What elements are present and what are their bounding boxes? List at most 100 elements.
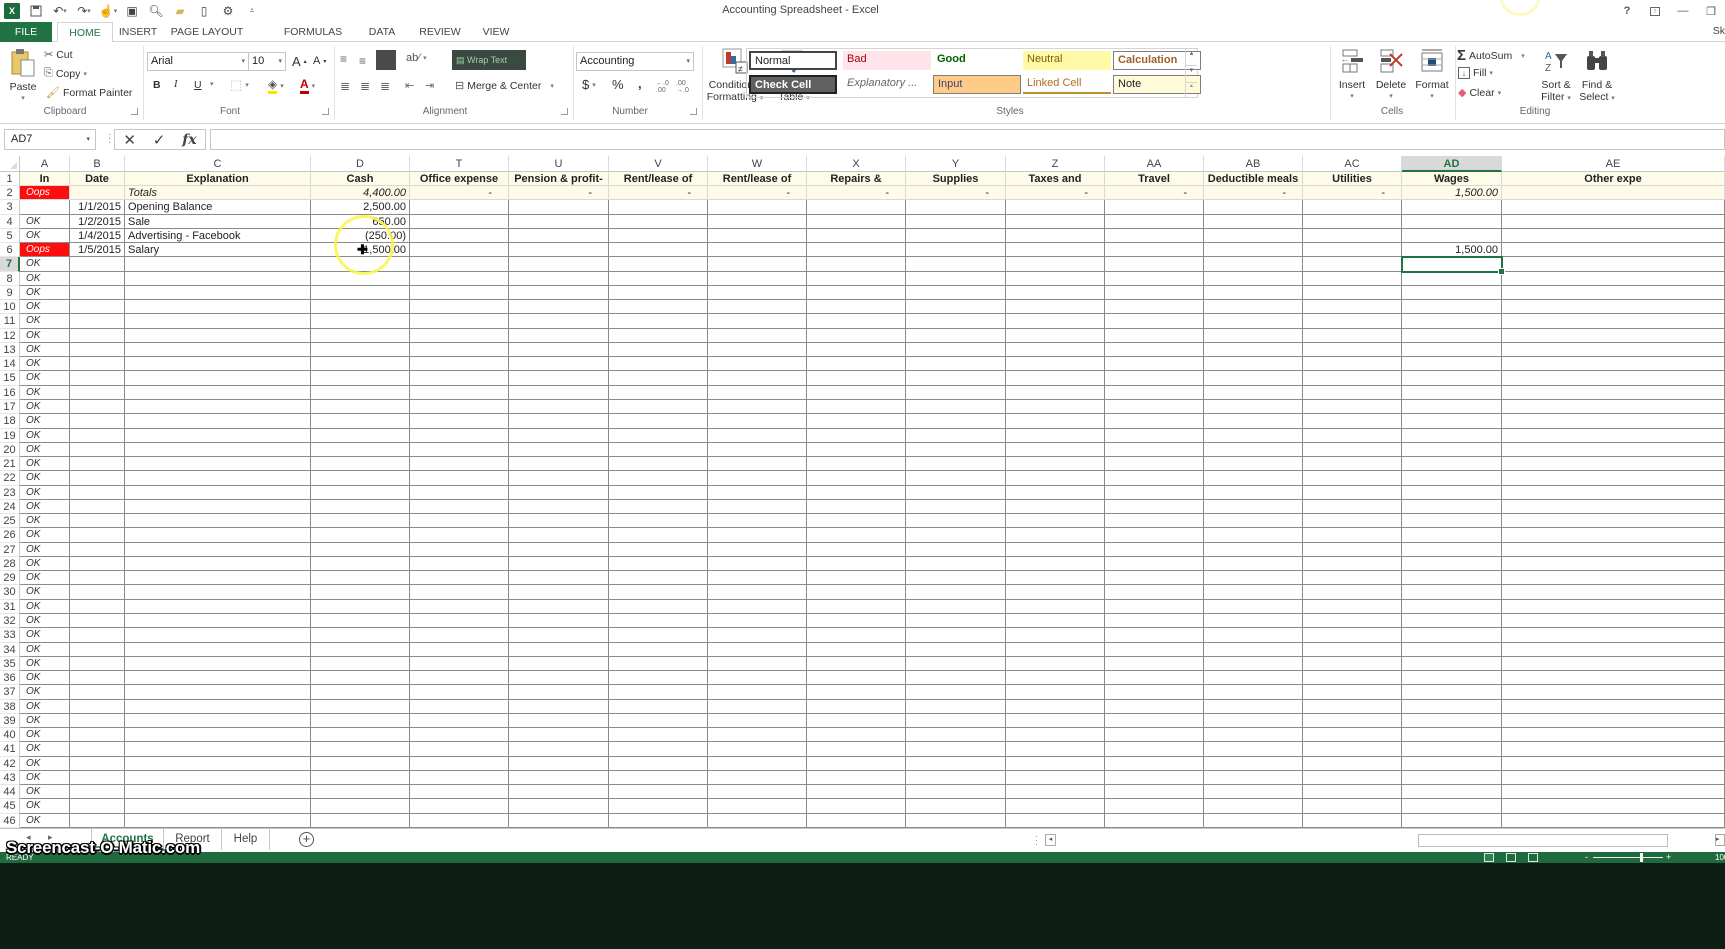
cell-v38[interactable]: [609, 699, 708, 714]
cell-y9[interactable]: [906, 285, 1006, 301]
cell-u36[interactable]: [509, 671, 609, 686]
cell-ae13[interactable]: [1502, 342, 1725, 358]
cell-ac15[interactable]: [1303, 371, 1402, 386]
column-header-w[interactable]: W: [708, 156, 807, 172]
cell-w3[interactable]: [708, 200, 807, 215]
cell-z12[interactable]: [1006, 328, 1105, 343]
cell-ac29[interactable]: [1303, 571, 1402, 586]
cell-a37[interactable]: OK: [20, 685, 70, 700]
cell-y17[interactable]: [906, 400, 1006, 415]
cell-b15[interactable]: [70, 371, 125, 386]
cell-z41[interactable]: [1006, 742, 1105, 757]
cell-z28[interactable]: [1006, 556, 1105, 572]
cell-a1[interactable]: In: [20, 172, 70, 186]
cell-z6[interactable]: [1006, 243, 1105, 258]
cell-ac32[interactable]: [1303, 614, 1402, 629]
cell-a15[interactable]: OK: [20, 371, 70, 386]
cell-w40[interactable]: [708, 728, 807, 743]
cell-w43[interactable]: [708, 770, 807, 786]
cell-a21[interactable]: OK: [20, 457, 70, 472]
cell-ab3[interactable]: [1204, 200, 1303, 215]
cell-ab5[interactable]: [1204, 228, 1303, 244]
cell-c16[interactable]: [125, 385, 311, 400]
cell-b25[interactable]: [70, 514, 125, 529]
cell-c45[interactable]: [125, 799, 311, 814]
cell-z24[interactable]: [1006, 499, 1105, 515]
row-header-17[interactable]: 17: [0, 400, 20, 415]
number-launcher-icon[interactable]: [690, 108, 697, 115]
cell-a32[interactable]: OK: [20, 614, 70, 629]
cell-ab1[interactable]: Deductible meals: [1204, 172, 1303, 186]
cell-x16[interactable]: [807, 385, 906, 400]
cell-y21[interactable]: [906, 457, 1006, 472]
cell-ad38[interactable]: [1402, 699, 1502, 714]
cell-x7[interactable]: [807, 257, 906, 272]
cell-b46[interactable]: [70, 813, 125, 828]
tab-split-handle[interactable]: · · ·: [1035, 832, 1038, 849]
cell-c26[interactable]: [125, 528, 311, 543]
cell-y33[interactable]: [906, 628, 1006, 643]
cell-aa31[interactable]: [1105, 599, 1204, 614]
cell-b20[interactable]: [70, 442, 125, 458]
cell-ad40[interactable]: [1402, 728, 1502, 743]
cell-c28[interactable]: [125, 556, 311, 572]
cell-u34[interactable]: [509, 642, 609, 657]
cell-ab6[interactable]: [1204, 243, 1303, 258]
cell-w4[interactable]: [708, 214, 807, 229]
borders-button[interactable]: ⬚ ▾: [230, 77, 249, 93]
cell-a4[interactable]: OK: [20, 214, 70, 229]
cell-z22[interactable]: [1006, 471, 1105, 486]
cell-z39[interactable]: [1006, 713, 1105, 729]
cell-z1[interactable]: Taxes and: [1006, 172, 1105, 186]
cell-ad45[interactable]: [1402, 799, 1502, 814]
cell-b12[interactable]: [70, 328, 125, 343]
cell-d33[interactable]: [311, 628, 410, 643]
row-header-30[interactable]: 30: [0, 585, 20, 600]
cell-ae10[interactable]: [1502, 300, 1725, 315]
cell-b10[interactable]: [70, 300, 125, 315]
cell-y40[interactable]: [906, 728, 1006, 743]
cell-x21[interactable]: [807, 457, 906, 472]
cell-z34[interactable]: [1006, 642, 1105, 657]
zoom-level[interactable]: 100%: [1715, 852, 1725, 863]
cell-v20[interactable]: [609, 442, 708, 458]
cell-c38[interactable]: [125, 699, 311, 714]
cell-z35[interactable]: [1006, 656, 1105, 672]
cell-ae34[interactable]: [1502, 642, 1725, 657]
cell-w25[interactable]: [708, 514, 807, 529]
cell-w28[interactable]: [708, 556, 807, 572]
cell-ad26[interactable]: [1402, 528, 1502, 543]
cell-ac26[interactable]: [1303, 528, 1402, 543]
cell-z44[interactable]: [1006, 785, 1105, 800]
cell-d35[interactable]: [311, 656, 410, 672]
cell-x44[interactable]: [807, 785, 906, 800]
cell-x24[interactable]: [807, 499, 906, 515]
row-header-9[interactable]: 9: [0, 285, 20, 301]
align-center-button[interactable]: ≣: [360, 79, 370, 93]
cell-x18[interactable]: [807, 414, 906, 429]
cell-y1[interactable]: Supplies: [906, 172, 1006, 186]
cell-y18[interactable]: [906, 414, 1006, 429]
scroll-right-icon[interactable]: ▸: [1715, 834, 1725, 846]
cell-ad29[interactable]: [1402, 571, 1502, 586]
cell-t1[interactable]: Office expense: [410, 172, 509, 186]
cell-v3[interactable]: [609, 200, 708, 215]
cell-x31[interactable]: [807, 599, 906, 614]
cell-b18[interactable]: [70, 414, 125, 429]
cell-w26[interactable]: [708, 528, 807, 543]
cell-aa3[interactable]: [1105, 200, 1204, 215]
cell-aa33[interactable]: [1105, 628, 1204, 643]
cell-b2[interactable]: [70, 186, 125, 201]
cell-ac43[interactable]: [1303, 770, 1402, 786]
cell-b24[interactable]: [70, 499, 125, 515]
cell-w23[interactable]: [708, 485, 807, 500]
cell-u12[interactable]: [509, 328, 609, 343]
cell-z36[interactable]: [1006, 671, 1105, 686]
cell-w29[interactable]: [708, 571, 807, 586]
cell-ab14[interactable]: [1204, 357, 1303, 372]
row-header-22[interactable]: 22: [0, 471, 20, 486]
cell-u35[interactable]: [509, 656, 609, 672]
cell-ad16[interactable]: [1402, 385, 1502, 400]
cell-b27[interactable]: [70, 542, 125, 557]
cell-c2[interactable]: Totals: [125, 186, 311, 201]
